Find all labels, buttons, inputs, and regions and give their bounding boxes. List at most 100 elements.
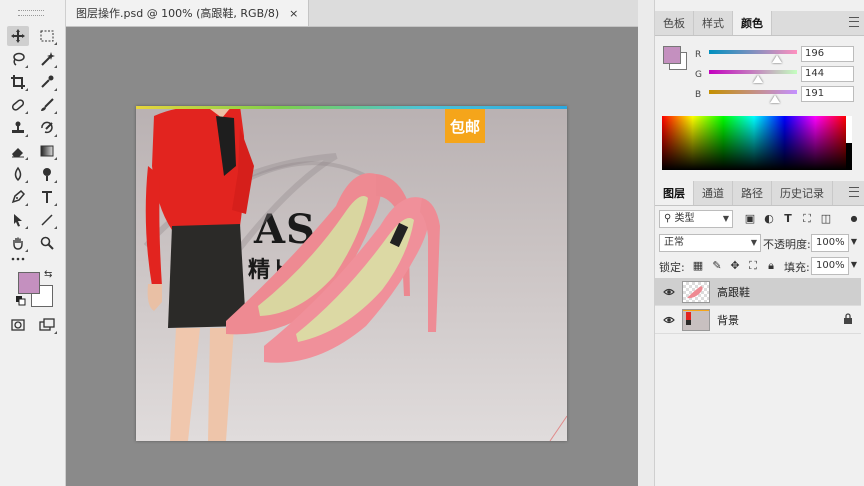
layer-row-background[interactable]: 背景 [655,306,861,334]
lock-position-icon[interactable]: ✥ [728,259,742,273]
history-brush-tool-icon[interactable] [36,118,58,138]
swap-colors-icon[interactable]: ⇆ [44,269,52,280]
brush-tool-icon[interactable] [36,95,58,115]
screen-mode-icon[interactable] [36,315,58,335]
green-channel-row: G 144 [695,66,861,86]
filter-pixel-layers-icon[interactable]: ▣ [743,212,757,226]
fill-input[interactable]: 100% [811,257,849,275]
gradient-tool-icon[interactable] [36,141,58,161]
lock-row: 锁定: ▦ ✎ ✥ ⛶ 🔒︎ 填充: 100% ▼ [655,257,864,279]
tools-panel: ⇆ [0,0,66,486]
tab-channels[interactable]: 通道 [694,181,733,205]
visibility-eye-icon[interactable] [663,286,675,298]
blend-mode-select[interactable]: 正常 ▼ [659,234,761,252]
blue-channel-label: B [695,90,702,100]
crop-tool-icon[interactable] [7,72,29,92]
red-channel-value[interactable]: 196 [801,46,854,62]
fill-value: 100% [816,260,845,271]
type-tool-icon[interactable] [36,187,58,207]
color-spectrum-ramp[interactable] [662,116,846,170]
filter-smart-objects-icon[interactable]: ◫ [819,212,833,226]
panel-grip[interactable] [18,10,44,16]
red-channel-row: R 196 [695,46,861,66]
more-tools-icon[interactable] [7,247,29,267]
black-white-ramp[interactable] [846,116,852,170]
close-tab-icon[interactable]: × [289,7,298,20]
eyedropper-tool-icon[interactable] [36,72,58,92]
document-tab-bar: 图层操作.psd @ 100% (高跟鞋, RGB/8) × [66,0,638,27]
canvas-workspace[interactable]: AS 精ト 包邮 [66,27,638,486]
pen-tool-icon[interactable] [7,187,29,207]
marquee-tool-icon[interactable] [36,26,58,46]
red-channel-thumb[interactable] [771,55,782,63]
clone-stamp-tool-icon[interactable] [7,118,29,138]
document-tab[interactable]: 图层操作.psd @ 100% (高跟鞋, RGB/8) × [66,0,310,26]
quick-mask-icon[interactable] [7,315,29,335]
blue-channel-value[interactable]: 191 [801,86,854,102]
layers-panel-menu-icon[interactable] [849,187,859,197]
filter-type-layers-icon[interactable]: T [781,212,795,226]
blur-tool-icon[interactable] [7,164,29,184]
dodge-tool-icon[interactable] [36,164,58,184]
canvas-accent-line [549,415,567,441]
blue-channel-slider[interactable] [709,90,797,94]
tab-paths[interactable]: 路径 [733,181,772,205]
foreground-color-swatch[interactable] [18,272,40,294]
color-panel-tabs: 色板 样式 颜色 [655,11,864,36]
line-tool-icon[interactable] [36,210,58,230]
path-selection-tool-icon[interactable] [7,210,29,230]
lock-image-pixels-icon[interactable]: ✎ [710,259,724,273]
layer-row-high-heels[interactable]: 高跟鞋 [655,278,861,306]
red-channel-label: R [695,50,702,60]
filter-adjustment-layers-icon[interactable]: ◐ [762,212,776,226]
default-colors-icon[interactable] [16,296,26,306]
lasso-tool-icon[interactable] [7,49,29,69]
green-channel-label: G [695,70,702,80]
color-panel-menu-icon[interactable] [849,17,859,27]
tab-history[interactable]: 历史记录 [772,181,833,205]
document-canvas[interactable]: AS 精ト 包邮 [136,106,567,441]
fill-dropdown-icon[interactable]: ▼ [847,258,861,272]
magic-wand-tool-icon[interactable] [36,49,58,69]
layer-name[interactable]: 高跟鞋 [717,284,750,300]
model-figure [145,106,254,441]
tab-styles[interactable]: 样式 [694,11,733,35]
tab-layers[interactable]: 图层 [655,181,694,205]
canvas-top-stripe [136,106,567,109]
blue-channel-row: B 191 [695,86,861,106]
layer-name[interactable]: 背景 [717,312,739,328]
lock-all-icon[interactable]: 🔒︎ [764,259,778,273]
visibility-eye-icon[interactable] [663,314,675,326]
opacity-dropdown-icon[interactable]: ▼ [847,235,861,249]
right-panel-dock: 色板 样式 颜色 R 196 G 144 B 191 图层 通道 路径 历史记录 [654,0,864,486]
color-panel-foreground-swatch[interactable] [663,46,681,64]
layer-filter-value: 类型 [674,213,695,224]
blue-channel-thumb[interactable] [770,95,780,103]
lock-transparent-pixels-icon[interactable]: ▦ [691,259,705,273]
red-channel-slider[interactable] [709,50,797,54]
healing-brush-tool-icon[interactable] [7,95,29,115]
lock-icon [844,313,852,324]
green-channel-value[interactable]: 144 [801,66,854,82]
tab-swatches[interactable]: 色板 [655,11,694,35]
opacity-value: 100% [816,237,845,248]
layer-filter-select[interactable]: ⚲ 类型 ▼ [659,210,733,228]
green-channel-thumb[interactable] [753,75,764,83]
free-shipping-badge: 包邮 [445,109,485,143]
document-tab-title: 图层操作.psd @ 100% (高跟鞋, RGB/8) [76,7,280,20]
layer-filter-row: ⚲ 类型 ▼ ▣ ◐ T ⛶ ◫ ● [655,210,864,232]
zoom-tool-icon[interactable] [36,233,58,253]
filter-toggle-icon[interactable]: ● [847,212,861,226]
green-channel-slider[interactable] [709,70,797,74]
filter-shape-layers-icon[interactable]: ⛶ [800,212,814,226]
lock-artboard-icon[interactable]: ⛶ [746,259,760,273]
chevron-down-icon: ▼ [750,238,757,247]
product-artwork [143,106,567,441]
eraser-tool-icon[interactable] [7,141,29,161]
tab-color[interactable]: 颜色 [733,11,772,35]
search-icon: ⚲ [664,213,672,224]
layer-thumbnail-high-heels [682,281,710,303]
opacity-input[interactable]: 100% [811,234,849,252]
move-tool-icon[interactable] [7,26,29,46]
blend-mode-row: 正常 ▼ 不透明度: 100% ▼ [655,234,864,256]
